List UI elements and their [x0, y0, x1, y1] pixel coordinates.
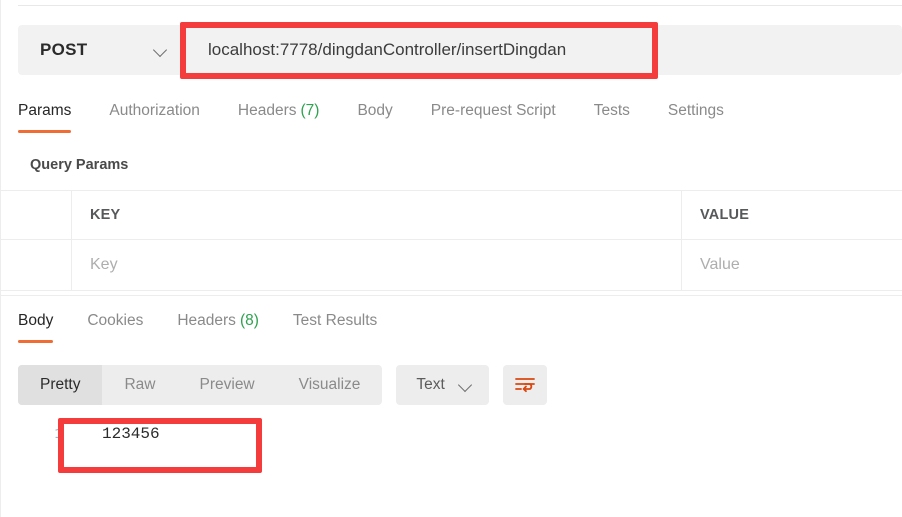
content-type-label: Text — [416, 376, 445, 393]
tab-authorization-label: Authorization — [109, 102, 200, 119]
format-preview-label: Preview — [199, 376, 255, 393]
chevron-down-icon — [154, 43, 168, 57]
format-pretty-button[interactable]: Pretty — [18, 365, 103, 405]
response-tab-headers[interactable]: Headers (8) — [177, 312, 259, 343]
format-pretty-label: Pretty — [40, 376, 81, 393]
format-visualize-label: Visualize — [298, 376, 361, 393]
tab-tests-label: Tests — [593, 102, 630, 119]
format-preview-button[interactable]: Preview — [178, 365, 277, 405]
tab-headers[interactable]: Headers (7) — [238, 102, 320, 133]
tab-tests[interactable]: Tests — [594, 102, 630, 133]
table-header-row: KEY VALUE — [0, 190, 902, 240]
column-header-key: KEY — [90, 207, 121, 223]
tab-settings-label: Settings — [667, 102, 724, 119]
response-tab-test-results[interactable]: Test Results — [293, 312, 377, 343]
response-tab-cookies-label: Cookies — [87, 312, 144, 329]
request-response-divider — [1, 295, 902, 296]
format-raw-label: Raw — [124, 376, 156, 393]
tab-headers-label: Headers — [237, 102, 297, 119]
query-params-table: KEY VALUE Key Value — [0, 190, 902, 291]
tab-settings[interactable]: Settings — [668, 102, 724, 133]
response-tab-headers-label: Headers — [177, 312, 236, 329]
row-checkbox-cell[interactable] — [0, 240, 72, 290]
response-body-content: 123456 — [102, 425, 160, 443]
response-tab-headers-count: (8) — [239, 312, 259, 329]
query-params-title: Query Params — [30, 157, 129, 173]
header-value-cell: VALUE — [682, 191, 902, 239]
postman-request-response-pane: POST localhost:7778/dingdanController/in… — [0, 0, 902, 517]
row-key-placeholder: Key — [90, 256, 118, 273]
format-visualize-button[interactable]: Visualize — [277, 365, 383, 405]
line-number: 1 — [54, 425, 64, 443]
http-method-label: POST — [40, 40, 88, 59]
tab-authorization[interactable]: Authorization — [109, 102, 199, 133]
header-checkbox-cell — [0, 191, 72, 239]
tab-body-label: Body — [357, 102, 393, 119]
url-bar: POST localhost:7778/dingdanController/in… — [18, 25, 902, 75]
response-tab-bar: Body Cookies Headers (8) Test Results — [18, 312, 377, 346]
url-text: localhost:7778/dingdanController/insertD… — [208, 40, 567, 59]
response-tab-cookies[interactable]: Cookies — [87, 312, 143, 343]
tab-pre-request-script-label: Pre-request Script — [430, 102, 556, 119]
response-tab-body[interactable]: Body — [18, 312, 54, 343]
response-format-toolbar: Pretty Raw Preview Visualize Text — [18, 365, 547, 405]
table-row[interactable]: Key Value — [0, 240, 902, 291]
request-tab-bar: Params Authorization Headers (7) Body Pre… — [18, 102, 724, 136]
word-wrap-icon — [514, 378, 535, 393]
format-raw-button[interactable]: Raw — [102, 365, 177, 405]
row-value-placeholder: Value — [700, 256, 740, 273]
tab-pre-request-script[interactable]: Pre-request Script — [431, 102, 556, 133]
row-key-input[interactable]: Key — [72, 240, 682, 290]
tab-params-label: Params — [18, 102, 72, 119]
header-key-cell: KEY — [72, 191, 682, 239]
top-divider — [18, 5, 902, 6]
chevron-down-icon — [459, 378, 473, 392]
column-header-value: VALUE — [700, 207, 750, 223]
http-method-dropdown[interactable]: POST — [18, 25, 186, 75]
response-body-viewer[interactable]: 1 123456 — [18, 425, 160, 443]
response-tab-body-label: Body — [18, 312, 54, 329]
tab-params[interactable]: Params — [18, 102, 72, 133]
word-wrap-button[interactable] — [502, 365, 547, 405]
response-tab-test-results-label: Test Results — [292, 312, 378, 329]
url-input[interactable]: localhost:7778/dingdanController/insertD… — [186, 25, 902, 75]
tab-headers-count: (7) — [300, 102, 320, 119]
format-segmented-control: Pretty Raw Preview Visualize — [18, 365, 383, 405]
tab-body[interactable]: Body — [357, 102, 392, 133]
row-value-input[interactable]: Value — [682, 240, 902, 290]
content-type-dropdown[interactable]: Text — [396, 365, 489, 405]
